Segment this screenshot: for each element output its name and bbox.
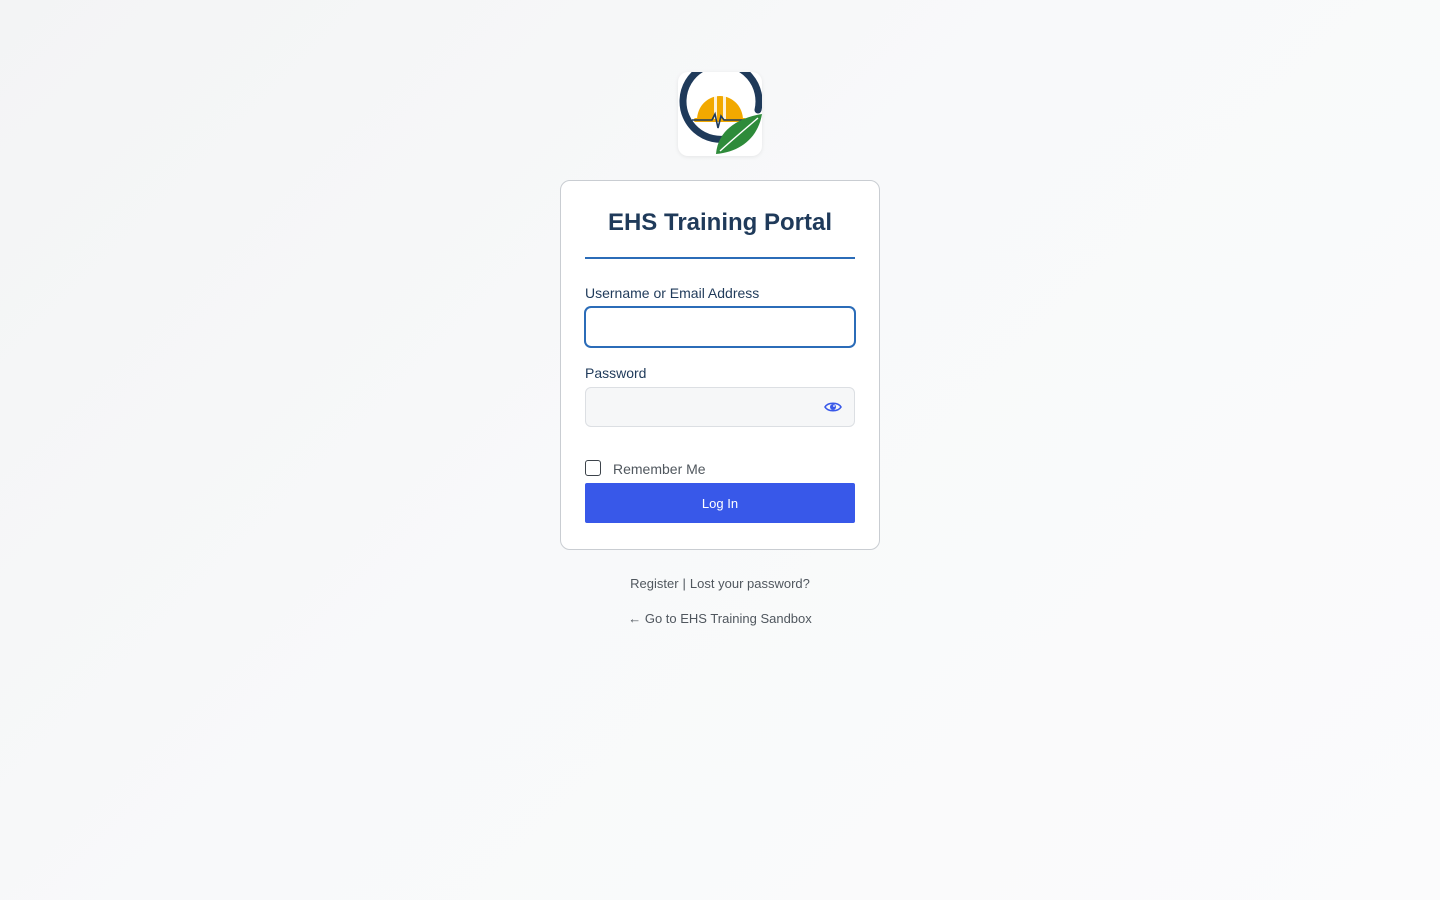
back-to-site-link[interactable]: ← Go to EHS Training Sandbox bbox=[628, 611, 812, 626]
show-password-button[interactable] bbox=[823, 398, 843, 416]
page-title: EHS Training Portal bbox=[607, 209, 833, 236]
password-label: Password bbox=[585, 365, 647, 381]
site-logo[interactable] bbox=[678, 72, 762, 156]
username-input[interactable] bbox=[585, 307, 855, 347]
remember-me-row: Remember Me bbox=[585, 460, 706, 477]
nav-links: Register | Lost your password? bbox=[560, 576, 880, 591]
back-to-site: ← Go to EHS Training Sandbox bbox=[560, 611, 880, 626]
password-input[interactable] bbox=[585, 387, 855, 427]
username-label: Username or Email Address bbox=[585, 285, 760, 301]
remember-me-checkbox[interactable] bbox=[585, 460, 601, 476]
login-button[interactable]: Log In bbox=[585, 483, 855, 523]
ehs-logo-icon bbox=[679, 72, 762, 154]
eye-icon bbox=[824, 402, 842, 412]
remember-me-label[interactable]: Remember Me bbox=[613, 461, 706, 477]
title-divider bbox=[585, 257, 855, 259]
lost-password-link[interactable]: Lost your password? bbox=[690, 576, 810, 591]
link-separator: | bbox=[682, 576, 686, 591]
register-link[interactable]: Register bbox=[630, 576, 678, 591]
login-card: EHS Training Portal Username or Email Ad… bbox=[560, 180, 880, 550]
